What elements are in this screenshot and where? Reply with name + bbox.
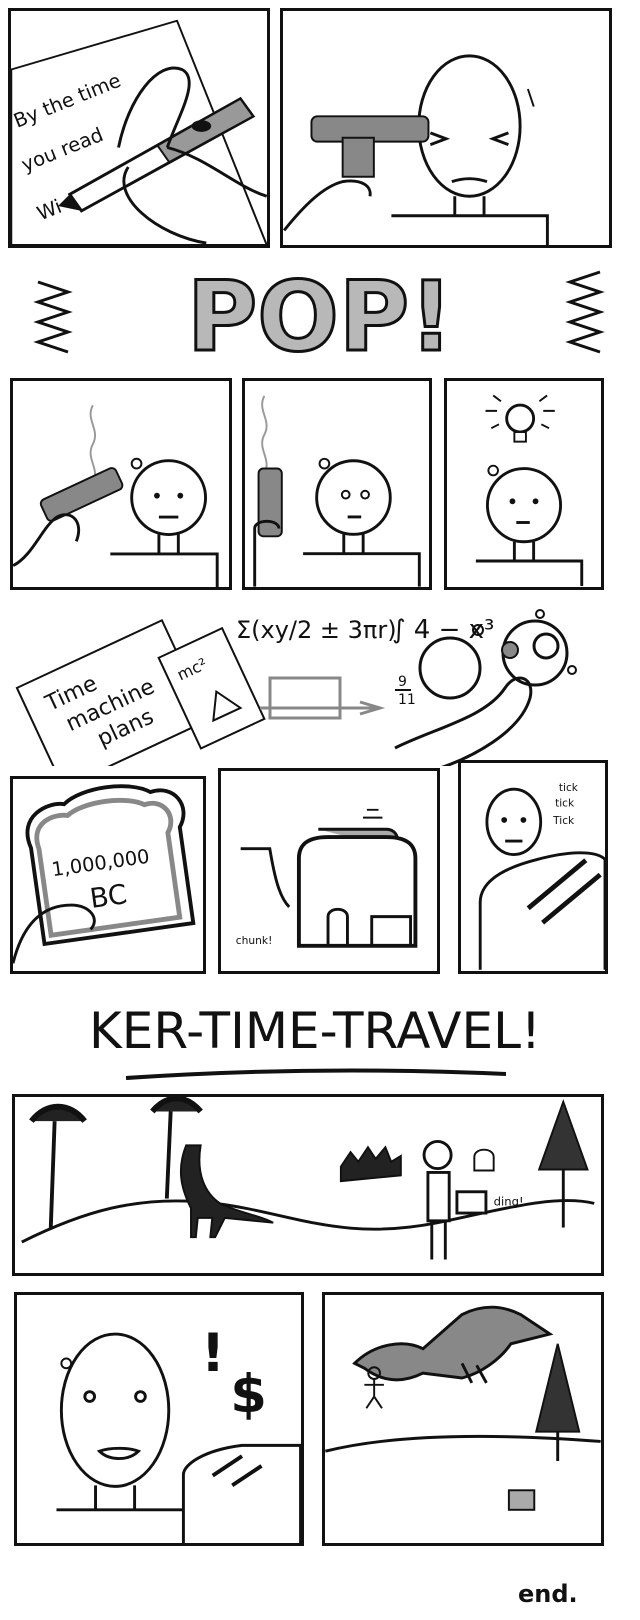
title-underline: [125, 1068, 507, 1080]
realize-drawing: ! $: [56, 1323, 301, 1543]
gun-icon: [310, 115, 430, 178]
toast-line-2: BC: [88, 879, 129, 915]
tick-2: tick: [555, 798, 575, 810]
dollar-sign: $: [230, 1364, 267, 1425]
pterodactyl-drawing: [325, 1305, 601, 1511]
panel-smoking-gun-1: [10, 378, 232, 590]
toaster-icon: [507, 1489, 536, 1511]
arm-icon: [13, 513, 81, 567]
tick-3: Tick: [552, 815, 575, 827]
stegosaurus-icon: [339, 1145, 402, 1183]
face-icon: [485, 787, 543, 856]
panel-toast-sign: 1,000,000 BC: [10, 776, 206, 974]
toaster-icon: [296, 808, 418, 948]
ker-time-travel-title: KER-TIME-TRAVEL!: [89, 1002, 541, 1060]
toast-drawing: 1,000,000 BC: [13, 784, 196, 964]
equation-text: Σ(xy/2 ± 3πr): [236, 616, 397, 644]
time-traveler-icon: [422, 1140, 495, 1260]
title-banner: KER-TIME-TRAVEL!: [0, 990, 640, 1086]
prehistoric-drawing: ding!: [21, 1097, 595, 1260]
hand-icon: [240, 847, 291, 908]
toaster-drawing: chunk!: [236, 808, 418, 948]
pine-tree-icon: [537, 1098, 589, 1228]
toast-icon: [473, 1148, 495, 1172]
toaster-icon: [478, 851, 605, 970]
zigzag-left-icon: [33, 280, 73, 354]
panel-ticking: tick tick Tick: [458, 760, 608, 974]
pop-banner: POP!: [0, 260, 640, 375]
writing-note-drawing: By the time you read Wi: [11, 19, 267, 245]
idea-drawing: [475, 394, 584, 587]
panel-realize: ! $: [14, 1292, 304, 1546]
smoking-gun-drawing-2: [253, 395, 421, 587]
lightbulb-icon: [485, 394, 555, 443]
pop-title: POP!: [187, 262, 453, 367]
chunk-sfx: chunk!: [236, 934, 273, 947]
fraction-bottom: 11: [398, 692, 416, 708]
face-icon: [130, 459, 207, 536]
exclamation-mark: !: [201, 1323, 225, 1384]
panel-prehistoric: ding!: [12, 1094, 604, 1276]
diagram-sketch: [260, 676, 386, 720]
face-icon: [485, 467, 563, 544]
panel-idea: [444, 378, 604, 590]
plans-scene: Time machine plans mc² Σ(xy/2 ± 3πr) ∫ 4…: [0, 598, 640, 789]
face-icon: [315, 459, 392, 536]
person-head-icon: [418, 636, 482, 700]
plans-drawing: Time machine plans mc² Σ(xy/2 ± 3πr) ∫ 4…: [15, 609, 577, 789]
fraction-top: 9: [398, 674, 407, 690]
gun-to-head-drawing: [283, 54, 549, 245]
toast-icon: 1,000,000 BC: [25, 784, 196, 947]
tick-1: tick: [559, 782, 579, 794]
toaster-icon: [455, 1190, 488, 1215]
panel-smoking-gun-2: [242, 378, 432, 590]
ticking-drawing: tick tick Tick: [478, 782, 605, 970]
dinosaur-icon: [179, 1144, 274, 1239]
panel-writing-note: By the time you read Wi: [8, 8, 270, 248]
pop-drawing: POP!: [33, 260, 605, 375]
face-icon: [59, 1332, 171, 1488]
panel-gun-to-head: [280, 8, 612, 248]
pine-tree-icon: [534, 1343, 581, 1461]
smoking-gun-drawing-1: [13, 404, 219, 587]
panel-toaster: chunk!: [218, 768, 440, 974]
end-label: end.: [518, 1580, 578, 1608]
arm-icon: [283, 179, 372, 232]
gun-icon: [39, 467, 124, 522]
face-icon: [417, 54, 522, 198]
pterodactyl-icon: [352, 1305, 554, 1384]
toaster-icon: [181, 1443, 301, 1543]
zigzag-right-icon: [565, 270, 605, 354]
atom-icon: [501, 609, 577, 687]
ding-sfx: ding!: [494, 1194, 524, 1208]
panel-pterodactyl: [322, 1292, 604, 1546]
title-drawing: KER-TIME-TRAVEL!: [89, 1002, 541, 1080]
